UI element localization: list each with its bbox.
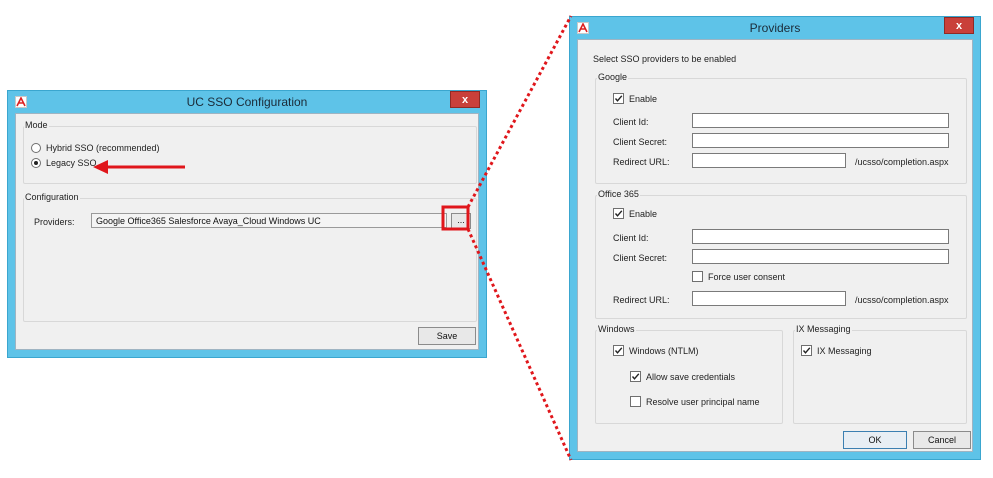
ok-button[interactable]: OK: [843, 431, 907, 449]
close-button[interactable]: x: [944, 17, 974, 34]
google-client-id-input[interactable]: [692, 113, 949, 128]
window-title: UC SSO Configuration: [186, 95, 308, 109]
google-redirect-suffix: /ucsso/completion.aspx: [855, 157, 949, 167]
resolve-upn-label[interactable]: Resolve user principal name: [646, 397, 760, 407]
uc-sso-configuration-window: UC SSO Configuration x Mode Hybrid SSO (…: [7, 90, 487, 358]
windows-ntlm-label[interactable]: Windows (NTLM): [629, 346, 699, 356]
radio-selected-dot: [34, 161, 38, 165]
office365-client-secret-label: Client Secret:: [613, 253, 668, 263]
google-enable-label[interactable]: Enable: [629, 94, 657, 104]
close-button[interactable]: x: [450, 91, 480, 108]
force-user-consent-checkbox[interactable]: [692, 271, 703, 282]
office365-enable-label[interactable]: Enable: [629, 209, 657, 219]
google-redirect-url-label: Redirect URL:: [613, 157, 670, 167]
office365-redirect-suffix: /ucsso/completion.aspx: [855, 295, 949, 305]
mode-group: [23, 126, 477, 184]
office365-redirect-url-input[interactable]: [692, 291, 846, 306]
office365-client-secret-input[interactable]: [692, 249, 949, 264]
office365-enable-checkbox[interactable]: [613, 208, 624, 219]
mode-group-label: Mode: [24, 120, 49, 130]
providers-field[interactable]: Google Office365 Salesforce Avaya_Cloud …: [91, 213, 447, 228]
google-client-secret-input[interactable]: [692, 133, 949, 148]
office365-client-id-label: Client Id:: [613, 233, 649, 243]
windows-ntlm-checkbox[interactable]: [613, 345, 624, 356]
ix-messaging-group-label: IX Messaging: [795, 324, 852, 334]
google-client-id-label: Client Id:: [613, 117, 649, 127]
window-client-area: Mode Hybrid SSO (recommended) Legacy SSO…: [15, 113, 479, 350]
intro-text: Select SSO providers to be enabled: [593, 54, 737, 64]
google-redirect-url-input[interactable]: [692, 153, 846, 168]
hybrid-sso-label[interactable]: Hybrid SSO (recommended): [46, 143, 160, 153]
google-client-secret-label: Client Secret:: [613, 137, 668, 147]
windows-group-label: Windows: [597, 324, 636, 334]
save-button[interactable]: Save: [418, 327, 476, 345]
resolve-upn-checkbox[interactable]: [630, 396, 641, 407]
office365-redirect-url-label: Redirect URL:: [613, 295, 670, 305]
ix-messaging-checkbox[interactable]: [801, 345, 812, 356]
providers-label: Providers:: [34, 217, 75, 227]
hybrid-sso-radio[interactable]: [31, 143, 41, 153]
legacy-sso-label[interactable]: Legacy SSO: [46, 158, 97, 168]
configuration-group-label: Configuration: [24, 192, 80, 202]
ix-messaging-label[interactable]: IX Messaging: [817, 346, 872, 356]
window-client-area: Select SSO providers to be enabled Googl…: [577, 39, 973, 452]
force-user-consent-label[interactable]: Force user consent: [708, 272, 785, 282]
office365-client-id-input[interactable]: [692, 229, 949, 244]
browse-providers-button[interactable]: ...: [451, 213, 471, 229]
allow-save-credentials-label[interactable]: Allow save credentials: [646, 372, 735, 382]
office365-group-label: Office 365: [597, 189, 640, 199]
allow-save-credentials-checkbox[interactable]: [630, 371, 641, 382]
providers-value: Google Office365 Salesforce Avaya_Cloud …: [96, 216, 321, 226]
title-bar[interactable]: Providers x: [570, 17, 980, 39]
ix-messaging-group: [793, 330, 967, 424]
google-enable-checkbox[interactable]: [613, 93, 624, 104]
legacy-sso-radio[interactable]: [31, 158, 41, 168]
providers-window: Providers x Select SSO providers to be e…: [569, 16, 981, 460]
google-group-label: Google: [597, 72, 629, 82]
window-title: Providers: [749, 21, 801, 35]
cancel-button[interactable]: Cancel: [913, 431, 971, 449]
title-bar[interactable]: UC SSO Configuration x: [8, 91, 486, 113]
